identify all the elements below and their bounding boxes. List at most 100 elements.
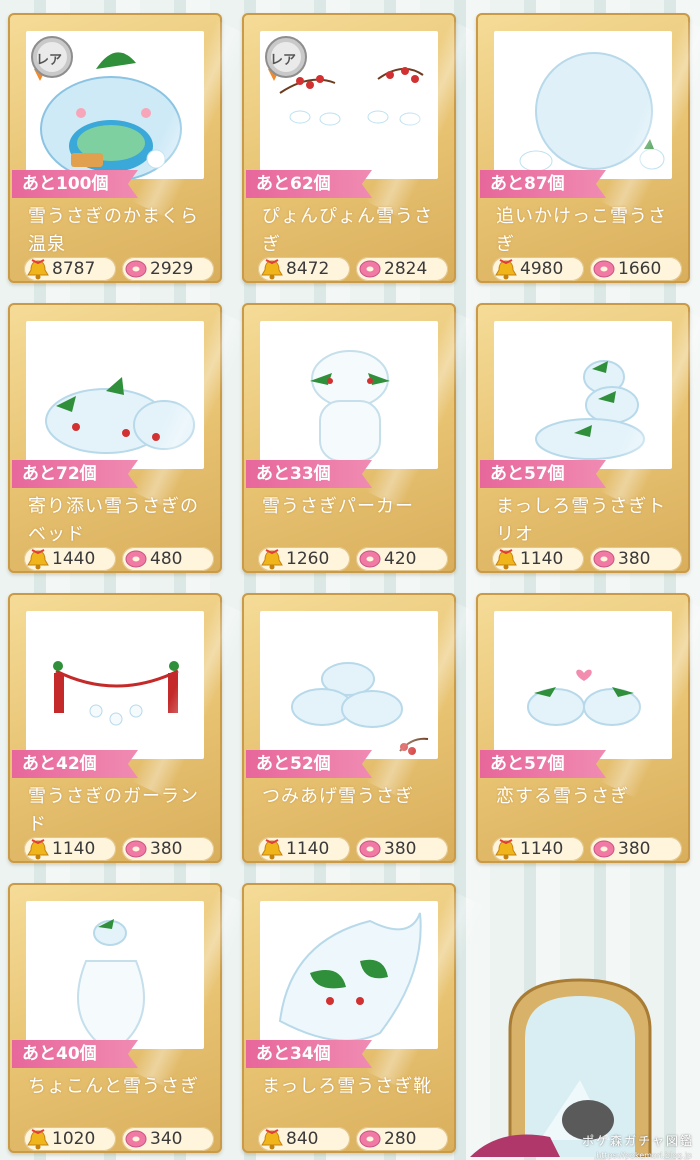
bell-icon	[27, 549, 49, 570]
donut-price-value: 2929	[150, 259, 194, 279]
bell-price-value: 1260	[286, 549, 330, 569]
bell-price-value: 1020	[52, 1129, 96, 1149]
remaining-count-ribbon: あと57個	[480, 750, 606, 778]
donut-icon	[359, 840, 381, 858]
item-name: ちょこんと雪うさぎ	[28, 1076, 199, 1097]
remaining-count-ribbon: あと57個	[480, 460, 606, 488]
item-image	[260, 321, 438, 469]
remaining-count-ribbon: あと72個	[12, 460, 138, 488]
bell-price-value: 1140	[52, 839, 96, 859]
bell-icon	[261, 259, 283, 280]
item-image	[260, 611, 438, 759]
item-card[interactable]: あと52個 つみあげ雪うさぎ 1140 380	[242, 593, 487, 863]
donut-price: 2824	[356, 257, 448, 281]
donut-icon	[125, 840, 147, 858]
item-image	[26, 321, 204, 469]
item-image	[494, 321, 672, 469]
donut-icon	[359, 1130, 381, 1148]
donut-price-value: 1660	[618, 259, 662, 279]
donut-icon	[125, 550, 147, 568]
donut-price-value: 380	[384, 839, 417, 859]
donut-icon	[593, 260, 615, 278]
donut-icon	[359, 550, 381, 568]
bell-icon	[261, 839, 283, 860]
item-card[interactable]: あと33個 雪うさぎパーカー 1260 420	[242, 303, 487, 573]
item-image	[26, 901, 204, 1049]
bell-price-value: 8472	[286, 259, 330, 279]
remaining-count-ribbon: あと34個	[246, 1040, 372, 1068]
bell-icon	[495, 259, 517, 280]
donut-icon	[359, 260, 381, 278]
remaining-count-ribbon: あと87個	[480, 170, 606, 198]
bell-price-value: 1140	[520, 839, 564, 859]
remaining-count-ribbon: あと40個	[12, 1040, 138, 1068]
bell-price: 4980	[492, 257, 584, 281]
item-name: まっしろ雪うさぎ靴	[262, 1076, 433, 1097]
donut-price: 380	[590, 837, 682, 861]
bell-price: 840	[258, 1127, 350, 1151]
remaining-count-ribbon: あと62個	[246, 170, 372, 198]
item-card[interactable]: レア あと100個 雪うさぎのかまくら温泉 8787 2929	[8, 13, 253, 283]
bell-price: 1140	[492, 837, 584, 861]
rare-badge-label: レア	[270, 53, 297, 68]
donut-price-value: 380	[150, 839, 183, 859]
price-row: 1140 380	[258, 837, 448, 861]
bell-price: 1260	[258, 547, 350, 571]
remaining-count-ribbon: あと42個	[12, 750, 138, 778]
bell-icon	[261, 1129, 283, 1150]
donut-price: 380	[590, 547, 682, 571]
bell-icon	[27, 1129, 49, 1150]
bell-icon	[27, 839, 49, 860]
item-card[interactable]: レア あと62個 ぴょんぴょん雪うさぎ 8472 2824	[242, 13, 487, 283]
bell-icon	[27, 259, 49, 280]
remaining-count-ribbon: あと33個	[246, 460, 372, 488]
donut-price: 280	[356, 1127, 448, 1151]
donut-price: 420	[356, 547, 448, 571]
price-row: 840 280	[258, 1127, 448, 1151]
item-name: 雪うさぎパーカー	[262, 496, 414, 517]
item-card[interactable]: あと57個 まっしろ雪うさぎトリオ 1140 380	[476, 303, 700, 573]
item-card[interactable]: あと40個 ちょこんと雪うさぎ 1020 340	[8, 883, 253, 1153]
price-row: 8787 2929	[24, 257, 214, 281]
donut-price-value: 380	[618, 839, 651, 859]
item-name: 寄り添い雪うさぎのベッド	[28, 496, 199, 545]
donut-icon	[125, 260, 147, 278]
bell-price-value: 1140	[286, 839, 330, 859]
bell-price: 1140	[24, 837, 116, 861]
item-name: 雪うさぎのガーランド	[28, 786, 199, 835]
price-row: 1020 340	[24, 1127, 214, 1151]
price-row: 1140 380	[492, 547, 682, 571]
price-row: 1140 380	[492, 837, 682, 861]
bell-price-value: 4980	[520, 259, 564, 279]
donut-icon	[125, 1130, 147, 1148]
item-name: ぴょんぴょん雪うさぎ	[262, 206, 433, 255]
item-name: まっしろ雪うさぎトリオ	[496, 496, 667, 545]
item-card[interactable]: あと57個 恋する雪うさぎ 1140 380	[476, 593, 700, 863]
donut-icon	[593, 840, 615, 858]
donut-price-value: 280	[384, 1129, 417, 1149]
bell-price-value: 840	[286, 1129, 319, 1149]
remaining-count-ribbon: あと52個	[246, 750, 372, 778]
item-name: つみあげ雪うさぎ	[262, 786, 414, 807]
bell-icon	[495, 839, 517, 860]
donut-price: 340	[122, 1127, 214, 1151]
price-row: 1260 420	[258, 547, 448, 571]
decorative-mirror-icon	[470, 978, 652, 1157]
donut-price: 380	[356, 837, 448, 861]
bell-price-value: 1440	[52, 549, 96, 569]
item-image	[26, 611, 204, 759]
price-row: 4980 1660	[492, 257, 682, 281]
donut-price-value: 380	[618, 549, 651, 569]
watermark-text: ポケ森ガチャ図鑑	[582, 1134, 694, 1148]
watermark-url: https://pokemori.blog.jp	[596, 1151, 692, 1160]
item-card[interactable]: あと34個 まっしろ雪うさぎ靴 840 280	[242, 883, 487, 1153]
item-card[interactable]: あと87個 追いかけっこ雪うさぎ 4980 1660	[476, 13, 700, 283]
item-image	[494, 31, 672, 179]
bell-icon	[261, 549, 283, 570]
item-card[interactable]: あと42個 雪うさぎのガーランド 1140 380	[8, 593, 253, 863]
item-name: 恋する雪うさぎ	[496, 786, 629, 807]
bell-price: 1020	[24, 1127, 116, 1151]
donut-price-value: 340	[150, 1129, 183, 1149]
item-card[interactable]: あと72個 寄り添い雪うさぎのベッド 1440 480	[8, 303, 253, 573]
bell-price: 8787	[24, 257, 116, 281]
